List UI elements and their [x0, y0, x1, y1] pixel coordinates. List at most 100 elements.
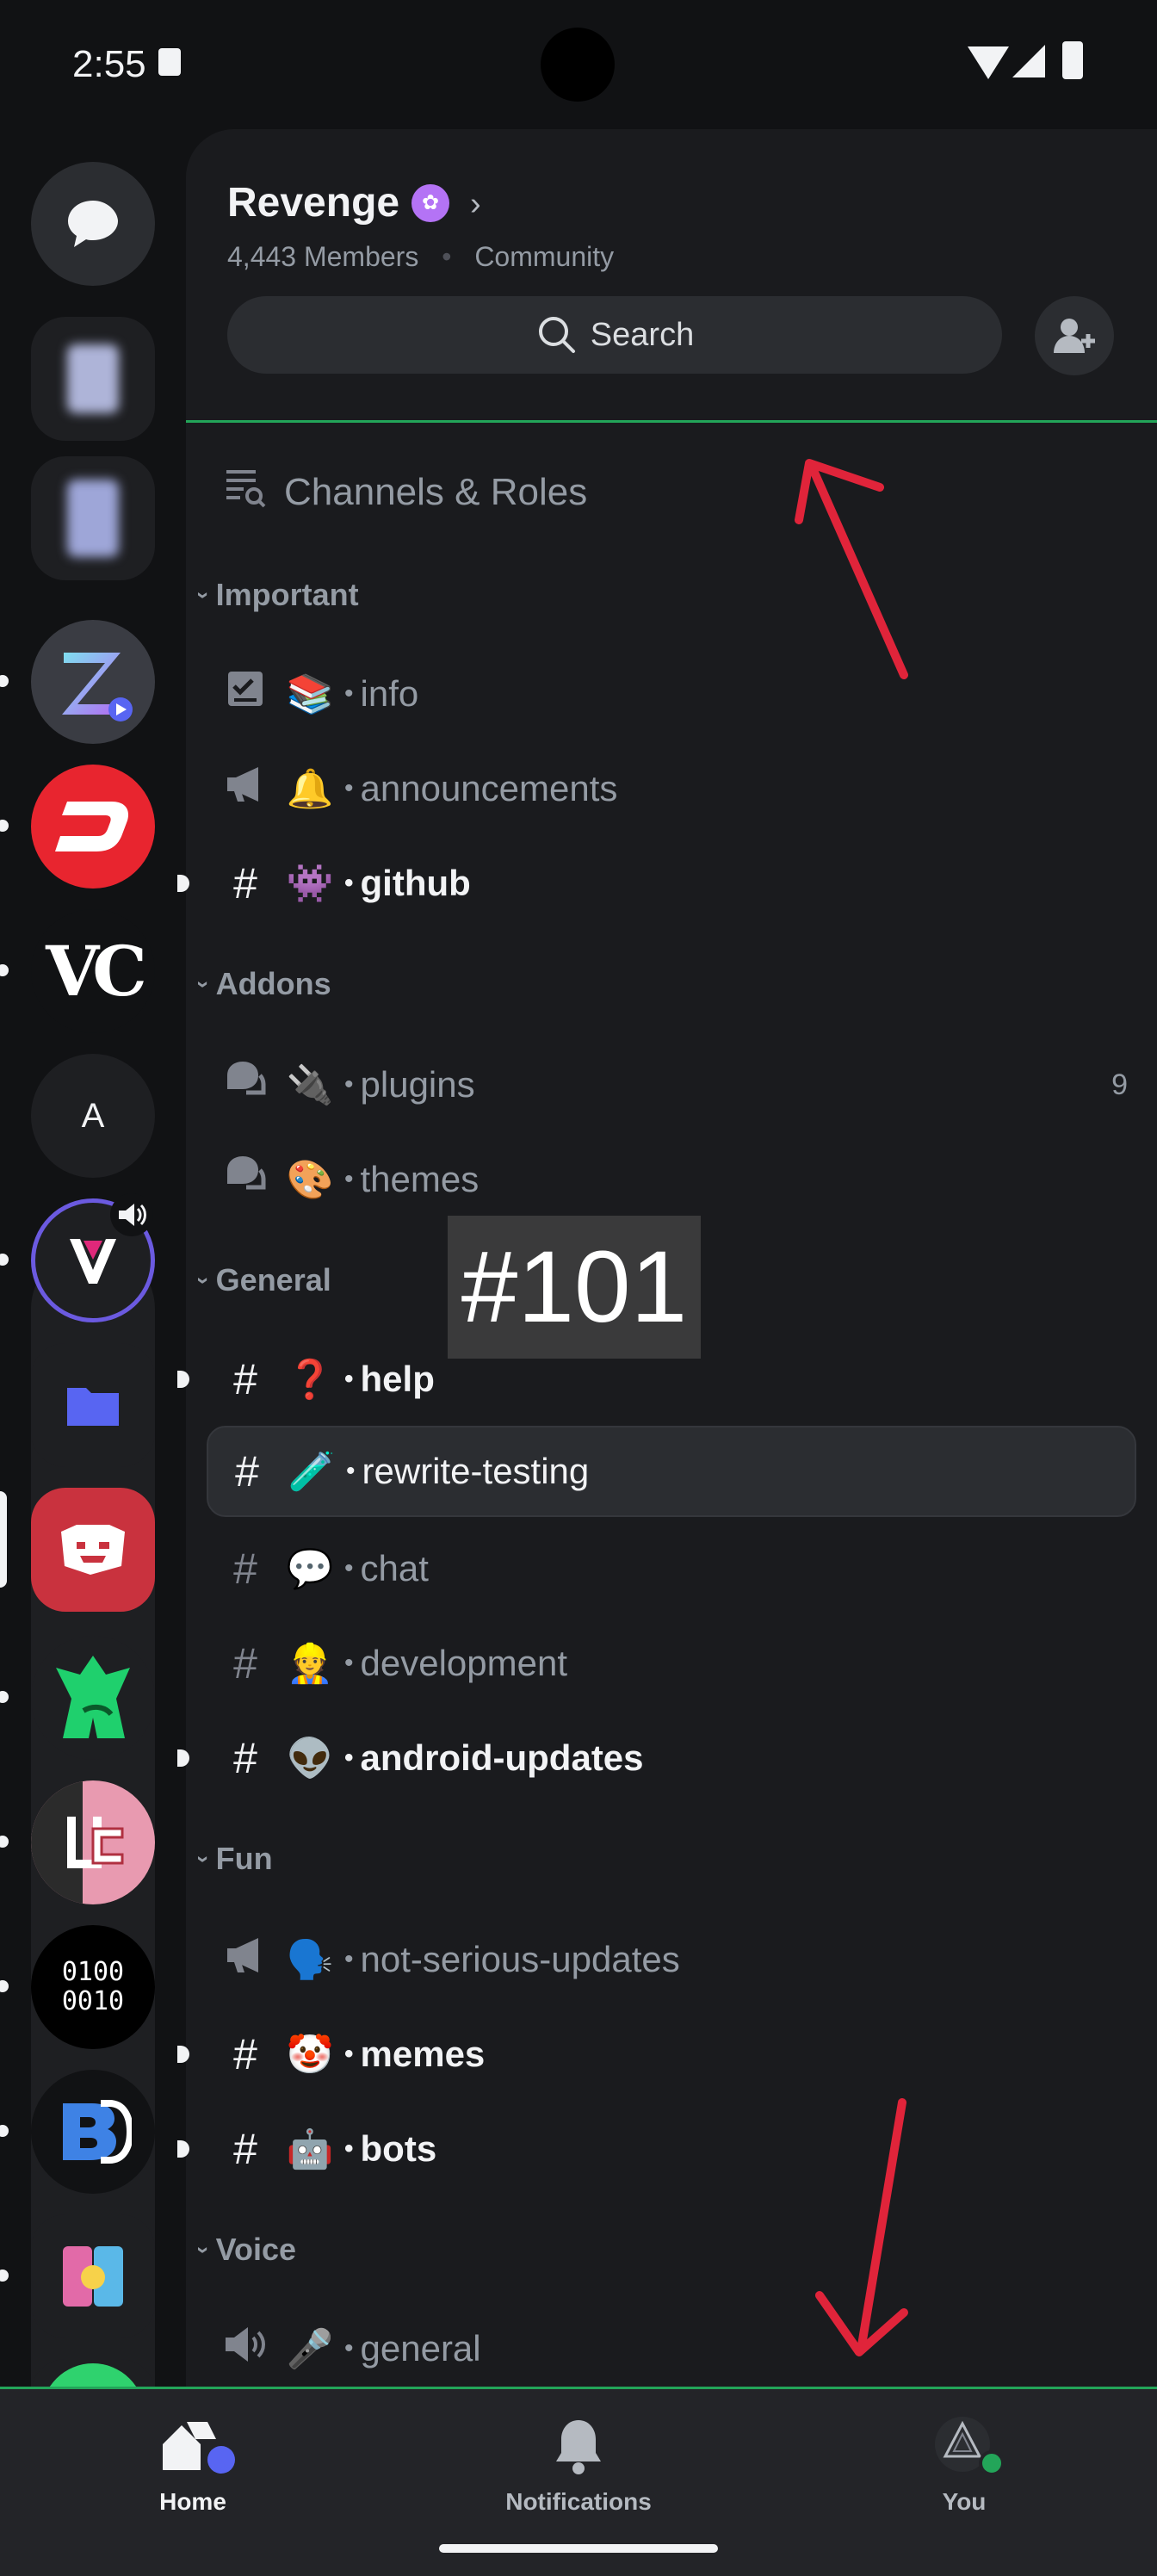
guild-vc[interactable]: VC [31, 909, 155, 1033]
channel-not-serious-updates[interactable]: 🗣️ • not-serious-updates [207, 1918, 1136, 2001]
channel-emoji: 📚 [286, 673, 334, 715]
status-time: 2:55 [72, 43, 146, 85]
chat-bubble-icon [68, 201, 118, 247]
sim-icon [158, 48, 181, 76]
category-fun[interactable]: › Fun [191, 1841, 273, 1877]
channel-name: github [360, 863, 471, 903]
bd-logo-icon [63, 2100, 132, 2164]
category-label: General [215, 1262, 331, 1297]
invite-button[interactable] [1035, 296, 1114, 375]
category-general[interactable]: › General [191, 1262, 331, 1298]
nav-notifications[interactable]: Notifications [449, 2415, 708, 2516]
guild-unread-indicator [0, 820, 9, 832]
channel-name: chat [360, 1548, 429, 1588]
channel-themes[interactable]: 🎨 • themes [207, 1138, 1136, 1221]
server-name[interactable]: Revenge [227, 179, 399, 226]
battery-icon [1062, 41, 1083, 79]
channel-android-updates[interactable]: # 👽 • android-updates [177, 1717, 1136, 1799]
divider-line [186, 420, 1157, 423]
category-voice[interactable]: › Voice [191, 2232, 297, 2268]
channel-name: themes [360, 1159, 480, 1199]
guild-binary-label: 0100 0010 [61, 1957, 125, 2016]
add-person-icon [1054, 319, 1095, 353]
guild-unread-indicator [0, 1691, 9, 1703]
channel-rewrite-testing[interactable]: # 🧪 • rewrite-testing [207, 1426, 1136, 1517]
hashtag-icon: # [233, 2125, 257, 2173]
wifi-icon [968, 46, 1009, 79]
nav-notifications-label: Notifications [505, 2488, 652, 2515]
guild-binary[interactable]: 0100 0010 [31, 1925, 155, 2049]
channel-name: android-updates [360, 1737, 644, 1778]
hashtag-icon: # [233, 2030, 257, 2078]
channel-memes[interactable]: # 🤡 • memes [177, 2013, 1136, 2096]
chevron-down-icon: › [190, 2245, 217, 2254]
channel-plugins[interactable]: 🔌 • plugins 9 [207, 1043, 1136, 1126]
gesture-home-bar[interactable] [439, 2544, 718, 2553]
post-count: 9 [1111, 1068, 1128, 1101]
hashtag-icon: # [233, 1355, 257, 1403]
category-addons[interactable]: › Addons [191, 966, 331, 1002]
guild-blurred-1[interactable] [31, 317, 155, 441]
channel-emoji: 🎤 [286, 2328, 334, 2370]
channel-development[interactable]: # 👷 • development [207, 1622, 1136, 1705]
chevron-down-icon: › [190, 1276, 217, 1285]
channels-roles-item[interactable]: Channels & Roles [207, 451, 1136, 534]
channel-name: general [360, 2328, 481, 2369]
guild-d[interactable] [31, 765, 155, 889]
guild-a[interactable]: A [31, 1054, 155, 1178]
guild-vc-pink[interactable] [31, 1780, 155, 1904]
channel-emoji: 🗣️ [286, 1939, 334, 1981]
search-button[interactable]: Search [227, 296, 1002, 374]
search-label: Search [590, 316, 695, 353]
forum-icon [207, 1155, 284, 1204]
channel-announcements[interactable]: 🔔 • announcements [207, 747, 1136, 830]
chevron-down-icon: › [190, 1855, 217, 1863]
d-logo-icon [55, 802, 129, 851]
guild-green-a[interactable] [31, 1636, 155, 1760]
forum-icon [207, 1060, 284, 1110]
channel-name: announcements [360, 768, 618, 808]
nav-you[interactable]: You [835, 2415, 1093, 2516]
guild-revenge[interactable] [31, 1488, 155, 1612]
signal-icon [1012, 45, 1045, 77]
vc-pixel-logo-icon [67, 1817, 124, 1868]
status-bar: 2:55 [0, 0, 1157, 129]
guild-z[interactable] [31, 620, 155, 744]
nav-you-label: You [942, 2488, 987, 2515]
channel-voice-general[interactable]: 🎤 • general [207, 2307, 1136, 2390]
direct-messages-button[interactable] [31, 162, 155, 286]
channel-emoji: ❓ [286, 1359, 334, 1401]
megaphone-icon [207, 1935, 284, 1985]
guild-folder[interactable] [31, 1343, 155, 1467]
channel-name: not-serious-updates [360, 1939, 680, 1979]
channel-name: development [360, 1643, 568, 1683]
separator-dot: • [442, 241, 452, 272]
unread-indicator [177, 2046, 189, 2063]
channel-emoji: 🎨 [286, 1159, 334, 1201]
v-logo-icon [70, 1239, 116, 1284]
guild-phones[interactable] [31, 2214, 155, 2338]
annotation-arrow-down [815, 2098, 908, 2356]
member-count: 4,443 Members [227, 241, 419, 272]
guild-unread-indicator [0, 1836, 9, 1848]
channel-name: bots [360, 2128, 437, 2169]
channel-bots[interactable]: # 🤖 • bots [177, 2108, 1136, 2190]
guild-bd[interactable] [31, 2070, 155, 2194]
chevron-right-icon[interactable]: › [470, 186, 481, 223]
unread-indicator [177, 1749, 189, 1767]
channel-emoji: 🧪 [288, 1451, 336, 1493]
channel-github[interactable]: # 👾 • github [177, 842, 1136, 925]
nav-home[interactable]: Home [64, 2415, 322, 2516]
folder-icon [67, 1388, 119, 1426]
category-important[interactable]: › Important [191, 577, 359, 613]
channel-chat[interactable]: # 💬 • chat [207, 1527, 1136, 1610]
channel-name: plugins [360, 1064, 475, 1105]
chevron-down-icon: › [190, 980, 217, 988]
search-icon [538, 317, 575, 353]
unread-indicator [177, 2140, 189, 2158]
guild-a-label: A [81, 1096, 105, 1135]
guild-blurred-2[interactable] [31, 456, 155, 580]
channel-name: info [360, 673, 419, 714]
category-label: Voice [215, 2232, 297, 2267]
channel-info[interactable]: 📚 • info [207, 653, 1136, 735]
